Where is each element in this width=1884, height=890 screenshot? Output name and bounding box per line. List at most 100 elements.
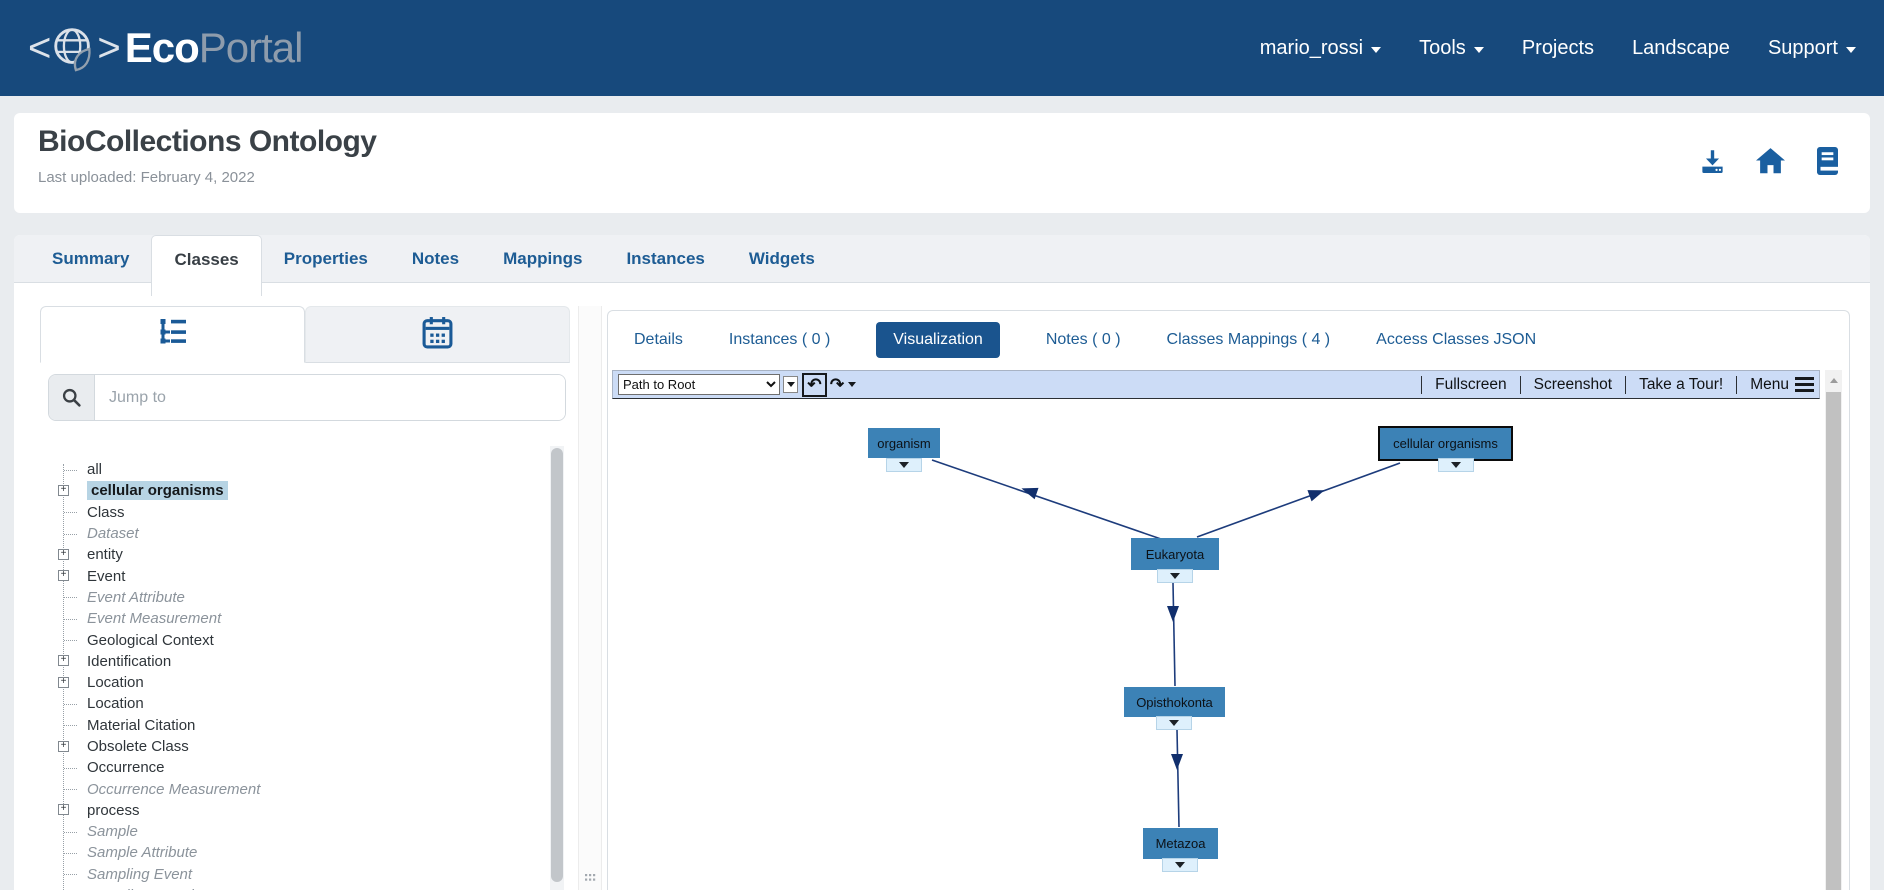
- tab-summary[interactable]: Summary: [30, 235, 151, 282]
- tree-item[interactable]: + Event: [40, 565, 546, 586]
- class-detail-panel: Details Instances ( 0 ) Visualization No…: [607, 310, 1850, 890]
- navbar-item-support[interactable]: Support: [1768, 37, 1856, 60]
- redo-caret-icon[interactable]: [848, 382, 856, 387]
- tree-item[interactable]: Sample Attribute: [40, 842, 546, 863]
- tree-item[interactable]: Occurrence Measurement: [40, 778, 546, 799]
- panel-resize-gutter[interactable]: [578, 306, 602, 890]
- class-tree: all + cellular organisms Class Dataset + e…: [40, 446, 570, 890]
- graph-node-metazoa[interactable]: Metazoa: [1143, 828, 1218, 859]
- scroll-up-arrow-icon[interactable]: [1825, 370, 1842, 390]
- tree-item[interactable]: Location: [40, 693, 546, 714]
- top-navbar: < > Eco Portal mario_rossi Tools Project…: [0, 0, 1884, 96]
- plus-expander-icon[interactable]: +: [58, 484, 69, 496]
- tab-details[interactable]: Details: [634, 331, 683, 349]
- tree-item[interactable]: Sampling Event: [40, 864, 546, 885]
- tree-item[interactable]: Material Citation: [40, 715, 546, 736]
- plus-expander-icon[interactable]: +: [58, 655, 69, 667]
- tab-classes-mappings[interactable]: Classes Mappings ( 4 ): [1167, 331, 1331, 349]
- tree-item[interactable]: + process: [40, 800, 546, 821]
- tab-class-hierarchy[interactable]: [40, 306, 305, 363]
- plus-expander-icon[interactable]: +: [58, 740, 69, 752]
- ontology-header-card: BioCollections Ontology Last uploaded: F…: [14, 113, 1870, 213]
- tree-item[interactable]: Dataset: [40, 523, 546, 544]
- take-a-tour-button[interactable]: Take a Tour!: [1639, 376, 1723, 394]
- tab-mappings[interactable]: Mappings: [481, 235, 604, 282]
- caret-down-icon: [1371, 46, 1382, 53]
- tab-instances[interactable]: Instances: [604, 235, 726, 282]
- ecoportal-logo[interactable]: < > Eco Portal: [28, 22, 304, 74]
- ontology-main-card: Summary Classes Properties Notes Mapping…: [14, 235, 1870, 890]
- menu-button[interactable]: Menu: [1750, 376, 1789, 394]
- node-expand-caret[interactable]: [1157, 569, 1193, 583]
- tree-item[interactable]: Occurrence: [40, 757, 546, 778]
- tree-item[interactable]: + entity: [40, 544, 546, 565]
- download-icon[interactable]: [1699, 148, 1726, 175]
- graph-node-opisthokonta[interactable]: Opisthokonta: [1124, 687, 1225, 717]
- tree-item[interactable]: Class: [40, 502, 546, 523]
- last-uploaded-text: Last uploaded: February 4, 2022: [38, 169, 255, 186]
- logo-text-portal: Portal: [198, 24, 304, 71]
- tab-access-classes-json[interactable]: Access Classes JSON: [1376, 331, 1536, 349]
- tree-item[interactable]: Sampling Location: [40, 885, 546, 890]
- jump-to-input[interactable]: [95, 375, 565, 420]
- plus-expander-icon[interactable]: +: [58, 676, 69, 688]
- select-caret-button[interactable]: [783, 376, 798, 393]
- graph-node-cellular-organisms[interactable]: cellular organisms: [1378, 426, 1513, 461]
- node-expand-caret[interactable]: [886, 458, 922, 472]
- tree-item[interactable]: + Obsolete Class: [40, 736, 546, 757]
- redo-icon[interactable]: ↷: [827, 373, 847, 397]
- ontology-tabs: Summary Classes Properties Notes Mapping…: [14, 235, 1870, 296]
- hamburger-menu-icon[interactable]: [1795, 377, 1814, 392]
- jump-to-search: [48, 374, 566, 421]
- tab-notes[interactable]: Notes: [390, 235, 481, 282]
- logo-bracket-left: <: [28, 26, 52, 70]
- tree-item-selected[interactable]: + cellular organisms: [40, 480, 546, 501]
- tree-item[interactable]: Event Measurement: [40, 608, 546, 629]
- resize-handle-icon[interactable]: [584, 869, 596, 887]
- undo-icon[interactable]: ↶: [802, 372, 827, 397]
- tab-instances[interactable]: Instances ( 0 ): [729, 331, 830, 349]
- node-expand-caret[interactable]: [1156, 716, 1192, 730]
- fullscreen-button[interactable]: Fullscreen: [1435, 376, 1507, 394]
- node-expand-caret[interactable]: [1438, 458, 1474, 472]
- tab-class-notes[interactable]: Notes ( 0 ): [1046, 331, 1121, 349]
- path-to-root-graph[interactable]: organism cellular organisms Eukaryota Op…: [612, 399, 1821, 890]
- tab-properties[interactable]: Properties: [262, 235, 390, 282]
- search-icon: [49, 375, 95, 420]
- plus-expander-icon[interactable]: +: [58, 548, 69, 560]
- graph-node-organism[interactable]: organism: [868, 428, 940, 458]
- tree-scrollbar[interactable]: [550, 446, 564, 890]
- tree-item[interactable]: + Location: [40, 672, 546, 693]
- tree-item[interactable]: Sample: [40, 821, 546, 842]
- graph-edges: [931, 459, 1401, 828]
- caret-down-icon: [1473, 46, 1484, 53]
- plus-expander-icon[interactable]: +: [58, 804, 69, 816]
- navbar-item-user[interactable]: mario_rossi: [1260, 37, 1382, 60]
- plus-expander-icon[interactable]: +: [58, 570, 69, 582]
- logo-bracket-right: >: [97, 26, 121, 70]
- home-icon[interactable]: [1756, 148, 1785, 174]
- navbar-item-tools[interactable]: Tools: [1419, 37, 1484, 60]
- tree-item[interactable]: all: [40, 459, 546, 480]
- toolbar-actions: Fullscreen Screenshot Take a Tour! Menu: [1408, 375, 1814, 394]
- navbar-item-landscape[interactable]: Landscape: [1632, 37, 1730, 60]
- tree-item[interactable]: Event Attribute: [40, 587, 546, 608]
- navbar-item-projects[interactable]: Projects: [1522, 37, 1594, 60]
- tab-date-view[interactable]: [305, 306, 570, 363]
- tab-visualization[interactable]: Visualization: [876, 321, 1000, 358]
- tree-item[interactable]: Geological Context: [40, 629, 546, 650]
- graph-scrollbar-thumb[interactable]: [1826, 392, 1841, 890]
- book-icon[interactable]: [1815, 147, 1840, 175]
- globe-leaf-icon: [49, 22, 99, 74]
- graph-node-eukaryota[interactable]: Eukaryota: [1131, 538, 1219, 570]
- tab-widgets[interactable]: Widgets: [727, 235, 837, 282]
- graph-scrollbar[interactable]: [1825, 370, 1842, 890]
- class-detail-tabs: Details Instances ( 0 ) Visualization No…: [608, 311, 1849, 368]
- navbar-menu: mario_rossi Tools Projects Landscape Sup…: [1260, 37, 1856, 60]
- node-expand-caret[interactable]: [1162, 858, 1198, 872]
- tree-scrollbar-thumb[interactable]: [551, 448, 563, 882]
- screenshot-button[interactable]: Screenshot: [1534, 376, 1612, 394]
- view-mode-select[interactable]: Path to Root: [618, 374, 780, 395]
- tab-classes[interactable]: Classes: [151, 235, 262, 296]
- tree-item[interactable]: + Identification: [40, 651, 546, 672]
